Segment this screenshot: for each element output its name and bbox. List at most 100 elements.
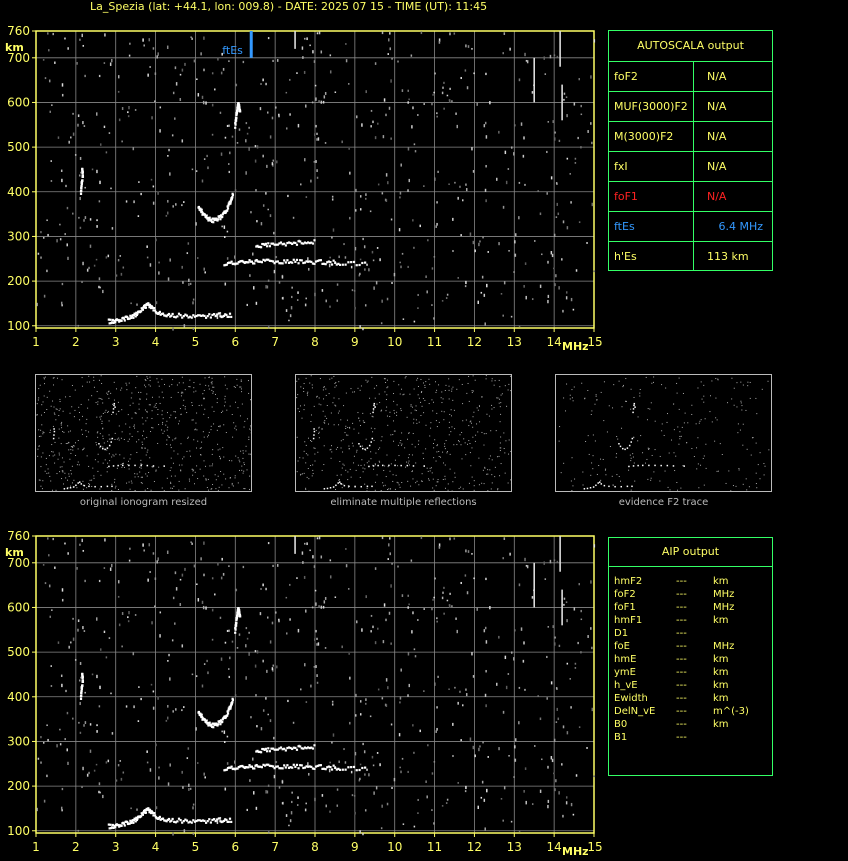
trace-point bbox=[343, 484, 346, 487]
noise-dot bbox=[526, 60, 529, 64]
noise-dot bbox=[566, 157, 569, 160]
noise-dot bbox=[580, 146, 582, 149]
noise-dot bbox=[323, 421, 325, 423]
noise-dot bbox=[386, 802, 389, 806]
noise-dot bbox=[355, 693, 357, 697]
noise-dot bbox=[223, 424, 225, 426]
noise-dot bbox=[408, 454, 410, 456]
noise-dot bbox=[201, 95, 204, 99]
noise-dot bbox=[366, 490, 368, 492]
noise-dot bbox=[250, 716, 252, 719]
autoscala-row: foF2 N/A bbox=[609, 61, 772, 91]
noise-dot bbox=[56, 377, 58, 379]
noise-dot bbox=[50, 405, 52, 407]
noise-dot bbox=[141, 446, 143, 448]
noise-dot bbox=[625, 400, 627, 402]
noise-dot bbox=[93, 379, 95, 381]
noise-dot bbox=[174, 66, 177, 70]
noise-dot bbox=[725, 482, 727, 484]
noise-dot bbox=[649, 408, 651, 410]
noise-dot bbox=[84, 691, 86, 694]
noise-dot bbox=[315, 629, 317, 633]
trace-point bbox=[120, 824, 123, 827]
noise-dot bbox=[499, 386, 501, 388]
noise-dot bbox=[344, 761, 347, 764]
noise-dot bbox=[102, 438, 104, 440]
noise-dot bbox=[203, 36, 205, 40]
noise-dot bbox=[547, 765, 549, 769]
noise-dot bbox=[223, 236, 226, 238]
noise-dot bbox=[96, 674, 98, 679]
noise-dot bbox=[237, 457, 239, 459]
noise-dot bbox=[473, 485, 475, 487]
noise-dot bbox=[99, 180, 101, 185]
noise-dot bbox=[136, 375, 138, 377]
noise-dot bbox=[514, 233, 517, 237]
noise-dot bbox=[503, 432, 505, 434]
noise-dot bbox=[116, 438, 118, 440]
noise-dot bbox=[256, 725, 258, 728]
trace-point bbox=[312, 437, 315, 440]
noise-dot bbox=[82, 261, 84, 266]
noise-dot bbox=[228, 163, 230, 165]
noise-dot bbox=[61, 588, 64, 592]
noise-dot bbox=[192, 419, 194, 421]
noise-dot bbox=[115, 453, 117, 455]
trace-point bbox=[311, 747, 315, 750]
noise-dot bbox=[95, 402, 97, 404]
noise-dot bbox=[444, 487, 446, 489]
noise-dot bbox=[441, 299, 444, 302]
noise-dot bbox=[565, 796, 568, 799]
trace-point bbox=[176, 315, 179, 318]
trace-point bbox=[227, 315, 230, 318]
x-tick-label: 3 bbox=[112, 335, 120, 349]
noise-dot bbox=[465, 188, 468, 192]
noise-dot bbox=[450, 415, 452, 417]
noise-dot bbox=[68, 645, 70, 649]
noise-dot bbox=[45, 457, 47, 459]
noise-dot bbox=[682, 392, 684, 394]
noise-dot bbox=[471, 476, 473, 478]
noise-dot bbox=[443, 81, 445, 84]
noise-dot bbox=[428, 479, 430, 481]
x-axis-label: MHz bbox=[562, 340, 589, 353]
noise-dot bbox=[336, 283, 339, 286]
trace-point bbox=[212, 818, 216, 821]
noise-dot bbox=[611, 475, 613, 477]
noise-dot bbox=[361, 459, 363, 461]
noise-dot bbox=[128, 105, 130, 110]
noise-dot bbox=[639, 392, 641, 394]
noise-dot bbox=[399, 261, 401, 264]
noise-dot bbox=[460, 581, 462, 585]
noise-dot bbox=[745, 409, 747, 411]
noise-dot bbox=[78, 406, 80, 408]
noise-dot bbox=[307, 454, 309, 456]
noise-dot bbox=[108, 132, 111, 135]
noise-dot bbox=[357, 387, 359, 389]
noise-dot bbox=[223, 405, 225, 407]
noise-dot bbox=[155, 806, 158, 810]
noise-dot bbox=[411, 630, 413, 634]
noise-dot bbox=[462, 420, 464, 422]
noise-dot bbox=[389, 488, 391, 490]
noise-dot bbox=[100, 375, 102, 377]
noise-dot bbox=[566, 226, 569, 230]
noise-dot bbox=[420, 401, 422, 403]
trace-point bbox=[152, 465, 155, 467]
noise-dot bbox=[423, 608, 425, 610]
noise-dot bbox=[343, 243, 345, 246]
noise-dot bbox=[140, 192, 142, 196]
noise-dot bbox=[40, 466, 42, 468]
noise-dot bbox=[369, 210, 372, 213]
noise-dot bbox=[145, 420, 147, 422]
noise-dot bbox=[407, 438, 409, 440]
noise-dot bbox=[135, 441, 137, 443]
noise-dot bbox=[556, 707, 559, 711]
y-axis-label: km bbox=[5, 41, 24, 54]
noise-dot bbox=[612, 407, 614, 409]
noise-dot bbox=[183, 456, 185, 458]
noise-dot bbox=[332, 733, 335, 737]
trace-point bbox=[72, 486, 75, 488]
trace-point bbox=[216, 723, 220, 726]
noise-dot bbox=[541, 253, 543, 256]
